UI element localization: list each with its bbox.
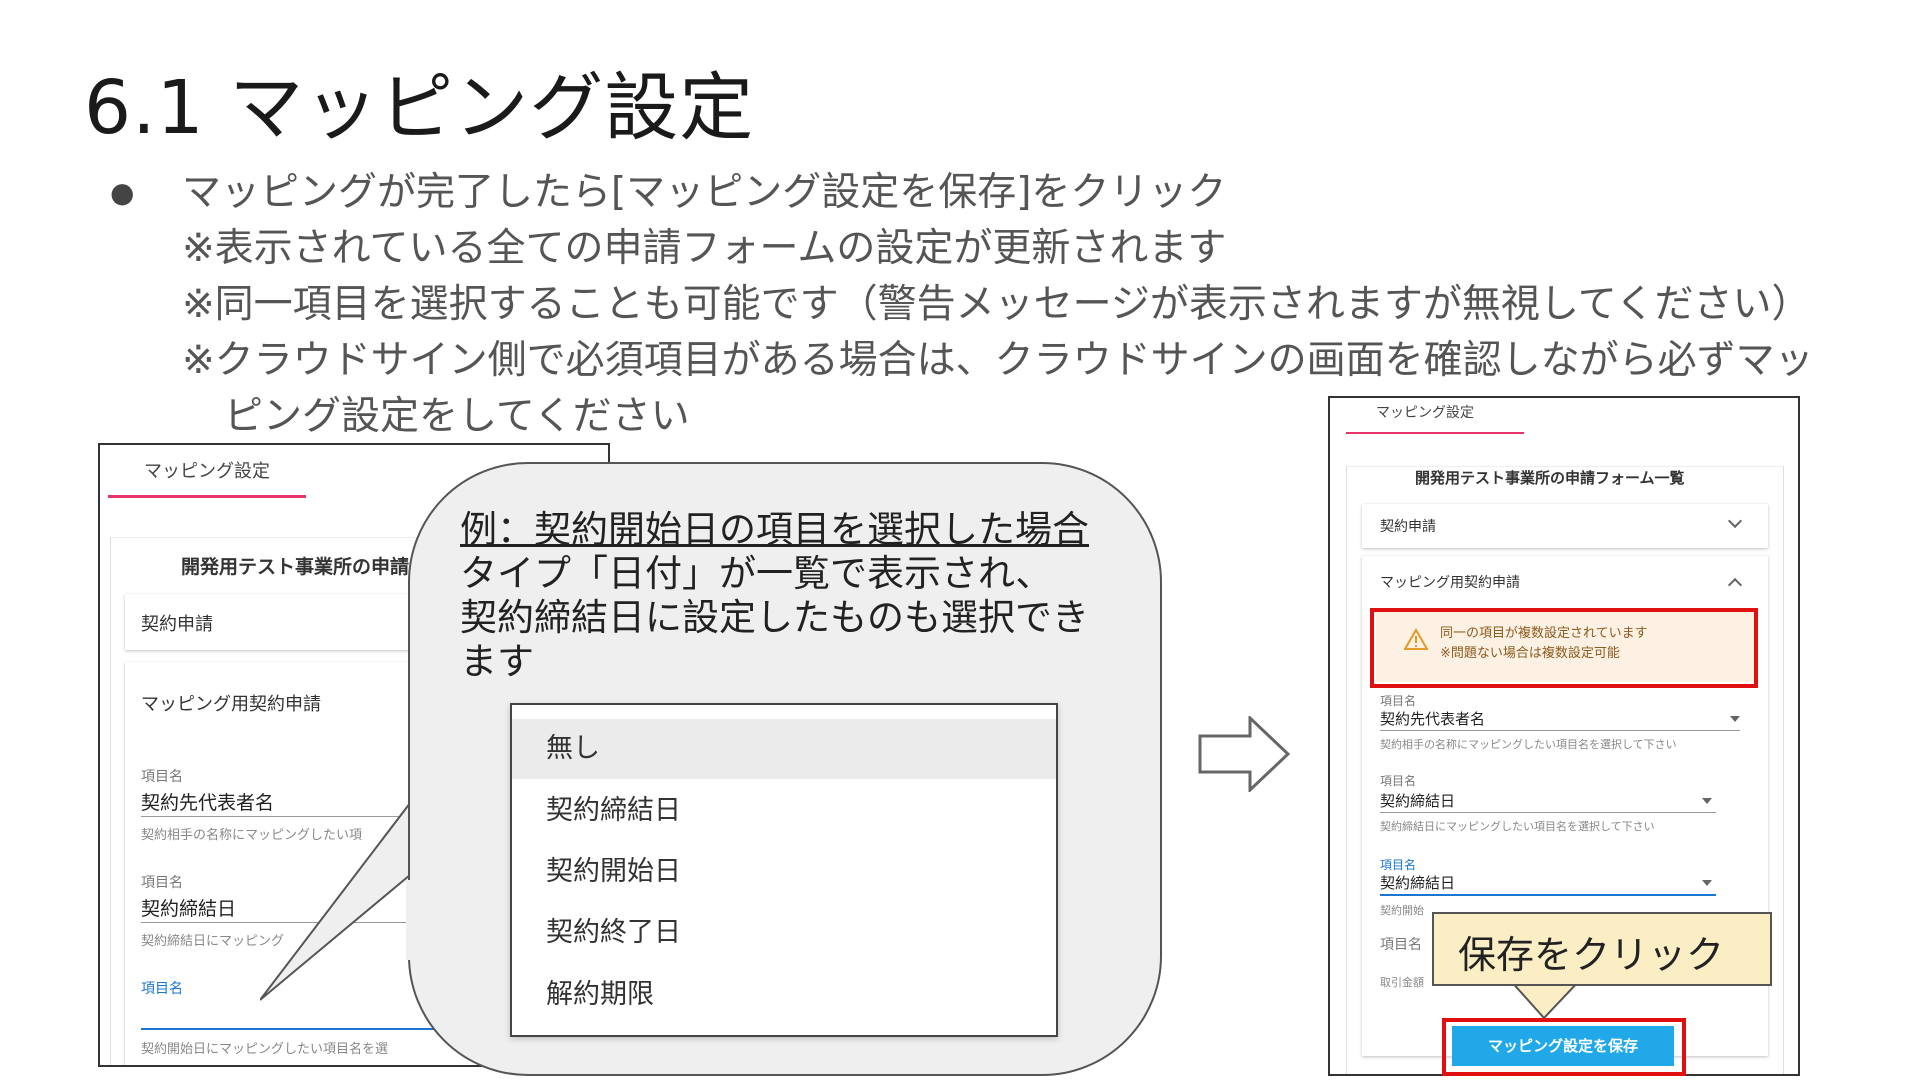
field-1-caret-icon[interactable] — [1730, 716, 1740, 722]
field-3-label: 項目名 — [141, 981, 183, 997]
save-button-highlight — [1442, 1018, 1686, 1076]
field-1-label: 項目名 — [1380, 694, 1417, 708]
chevron-up-icon[interactable] — [1727, 577, 1743, 593]
field-3-label: 項目名 — [1380, 858, 1417, 872]
bullet-line-2: ※表示されている全ての申請フォームの設定が更新されます — [182, 226, 1227, 271]
card-mapping-contract-request-label: マッピング用契約申請 — [141, 694, 321, 715]
dropdown-option-contract-conclusion-date[interactable]: 契約締結日 — [512, 781, 1056, 841]
bullet-line-4: ※クラウドサイン側で必須項目がある場合は、クラウドサインの画面を確認しながら必ず… — [182, 338, 1814, 383]
dropdown-option-cancellation-deadline[interactable]: 解約期限 — [512, 965, 1056, 1025]
bullet-line-1: マッピングが完了したら[マッピング設定を保存]をクリック — [182, 170, 1227, 215]
save-callout: 保存をクリック — [1432, 912, 1772, 986]
field-1-select[interactable]: 契約先代表者名 — [141, 788, 274, 815]
mapping-tab[interactable]: マッピング設定 — [1376, 402, 1474, 422]
callout-text: 例：契約開始日の項目を選択した場合 タイプ「日付」が一覧で表示され、 契約締結日… — [460, 508, 1089, 684]
field-3-help: 契約開始 — [1380, 904, 1424, 917]
field-1-help: 契約相手の名称にマッピングしたい項目名を選択して下さい — [1380, 738, 1677, 751]
callout-line-3: ます — [460, 640, 534, 683]
field-3-help: 契約開始日にマッピングしたい項目名を選 — [141, 1042, 389, 1057]
dropdown-option-contract-end-date[interactable]: 契約終了日 — [512, 903, 1056, 963]
field-4-label: 項目名 — [1380, 937, 1422, 953]
card-contract-request-label: 契約申請 — [141, 614, 213, 635]
slide-title: 6.1 マッピング設定 — [84, 65, 755, 151]
right-arrow-icon — [1198, 716, 1290, 792]
field-2-label: 項目名 — [141, 875, 183, 891]
field-2-caret-icon[interactable] — [1702, 798, 1712, 804]
field-2-label: 項目名 — [1380, 774, 1417, 788]
mapping-tab-indicator — [108, 495, 306, 498]
bullet-dot: ● — [110, 176, 135, 209]
field-1-underline — [1380, 730, 1740, 731]
field-1-label: 項目名 — [141, 769, 183, 785]
card-mapping-contract-request-label: マッピング用契約申請 — [1380, 575, 1520, 591]
field-1-select[interactable]: 契約先代表者名 — [1380, 708, 1485, 729]
option-dropdown[interactable]: 無し 契約締結日 契約開始日 契約終了日 解約期限 — [510, 703, 1058, 1037]
field-2-select[interactable]: 契約締結日 — [141, 894, 236, 921]
warning-highlight — [1370, 608, 1758, 688]
card-contract-request[interactable]: 契約申請 — [1362, 504, 1768, 548]
mapping-tab-indicator — [1346, 432, 1524, 434]
callout-headline: 例：契約開始日の項目を選択した場合 — [460, 508, 1089, 551]
field-2-underline — [1380, 812, 1716, 813]
card-contract-request-label: 契約申請 — [1380, 519, 1436, 535]
field-3-underline — [1380, 894, 1716, 896]
chevron-down-icon[interactable] — [1727, 513, 1743, 529]
callout-tail-joint — [406, 880, 440, 960]
save-callout-tail — [1510, 980, 1580, 1020]
field-2-select[interactable]: 契約締結日 — [1380, 790, 1455, 811]
callout-line-2: 契約締結日に設定したものも選択でき — [460, 596, 1089, 639]
field-3-caret-icon[interactable] — [1702, 880, 1712, 886]
dropdown-option-contract-start-date[interactable]: 契約開始日 — [512, 842, 1056, 902]
callout-line-1: タイプ「日付」が一覧で表示され、 — [460, 552, 1053, 595]
form-list-title: 開発用テスト事業所の申請 — [181, 556, 410, 578]
save-callout-text: 保存をクリック — [1458, 933, 1725, 977]
mapping-tab[interactable]: マッピング設定 — [144, 457, 270, 483]
dropdown-option-none[interactable]: 無し — [512, 719, 1056, 779]
field-3-select[interactable]: 契約締結日 — [1380, 872, 1455, 893]
field-4-help: 取引金額 — [1380, 976, 1424, 989]
field-2-help: 契約締結日にマッピングしたい項目名を選択して下さい — [1380, 820, 1655, 833]
bullet-line-3: ※同一項目を選択することも可能です（警告メッセージが表示されますが無視してくださ… — [182, 282, 1811, 327]
form-list-title: 開発用テスト事業所の申請フォーム一覧 — [1415, 469, 1685, 487]
